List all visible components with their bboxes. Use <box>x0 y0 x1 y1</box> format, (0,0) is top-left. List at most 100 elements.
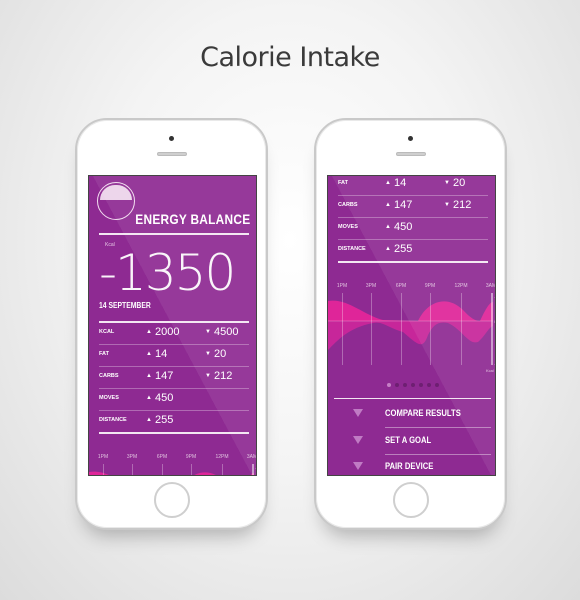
stat-label: CARBS <box>338 202 358 208</box>
triangle-down-icon <box>353 435 363 444</box>
page-dot[interactable] <box>410 383 415 387</box>
stat-label: CARBS <box>99 373 119 379</box>
down-arrow-icon: ▼ <box>205 373 211 379</box>
up-arrow-icon: ▲ <box>146 395 152 401</box>
stat-down-value: 212 <box>453 199 472 211</box>
y-tick-label: +6 <box>255 466 256 471</box>
page-dot[interactable] <box>386 383 391 387</box>
time-gridline <box>162 464 163 475</box>
screen-content[interactable]: FAT ▲ 14 ▼ 20 CARBS ▲ 147 ▼ 212 MOVES ▲ … <box>328 176 496 475</box>
up-arrow-icon: ▲ <box>146 417 152 423</box>
phone-left: ENERGY BALANCE Kcal -1350 14 SEPTEMBER K… <box>75 118 268 530</box>
menu-item-label: SET A GOAL <box>385 434 432 445</box>
screen-right: FAT ▲ 14 ▼ 20 CARBS ▲ 147 ▼ 212 MOVES ▲ … <box>327 175 496 476</box>
menu-divider <box>385 453 491 455</box>
stat-label: FAT <box>99 351 109 357</box>
up-arrow-icon: ▲ <box>385 202 391 208</box>
stat-up-value: 2000 <box>155 326 180 338</box>
home-button[interactable] <box>153 482 190 518</box>
camera <box>169 136 174 141</box>
screen-content[interactable]: ENERGY BALANCE Kcal -1350 14 SEPTEMBER K… <box>89 176 257 475</box>
stat-row-carbs[interactable]: CARBS ▲ 147 ▼ 212 <box>328 195 495 217</box>
energy-balance-value: -1350 <box>99 244 236 302</box>
intake-area <box>89 471 254 475</box>
time-tick-label: 3PM <box>365 283 377 289</box>
y-axis <box>252 464 254 475</box>
page-dot[interactable] <box>418 383 423 387</box>
stat-row-fat[interactable]: FAT ▲ 14 ▼ 20 <box>89 344 256 366</box>
stat-row-distance[interactable]: DISTANCE ▲ 255 <box>328 239 495 261</box>
time-gridline <box>132 464 133 475</box>
up-arrow-icon: ▲ <box>146 373 152 379</box>
page-dot[interactable] <box>434 383 439 387</box>
stat-label: DISTANCE <box>338 246 366 252</box>
down-arrow-icon: ▼ <box>205 351 211 357</box>
time-gridline <box>401 293 402 365</box>
page-dot[interactable] <box>394 383 399 387</box>
stat-row-distance[interactable]: DISTANCE ▲ 255 <box>89 410 256 432</box>
page-title: Calorie Intake <box>200 42 380 73</box>
date-label: 14 SEPTEMBER <box>99 301 151 310</box>
stat-label: KCAL <box>99 329 115 335</box>
stat-row-fat[interactable]: FAT ▲ 14 ▼ 20 <box>328 176 495 195</box>
stat-row-moves[interactable]: MOVES ▲ 450 <box>89 388 256 410</box>
divider <box>338 261 488 263</box>
time-tick-label: 9PM <box>185 454 197 460</box>
time-tick-label: 9PM <box>424 283 436 289</box>
stat-label: MOVES <box>99 395 119 401</box>
divider <box>334 398 491 399</box>
page-indicator[interactable] <box>328 383 495 387</box>
menu-item-set-a-goal[interactable]: SET A GOAL <box>328 432 495 454</box>
time-tick-label: 6PM <box>156 454 168 460</box>
menu-divider <box>385 427 491 428</box>
stat-row-kcal[interactable]: KCAL ▲ 2000 ▼ 4500 <box>89 322 256 344</box>
burn-area <box>328 321 493 350</box>
menu-item-label: COMPARE RESULTS <box>385 408 461 418</box>
camera <box>408 136 413 141</box>
time-tick-label: 1PM <box>336 283 348 289</box>
up-arrow-icon: ▲ <box>146 329 152 335</box>
page-dot[interactable] <box>402 383 407 387</box>
menu-item-compare-results[interactable]: COMPARE RESULTS <box>328 405 495 427</box>
y-tick-label: +6 <box>494 295 495 300</box>
time-gridline <box>371 293 372 365</box>
menu-item-label: PAIR DEVICE <box>385 461 434 471</box>
stat-row-carbs[interactable]: CARBS ▲ 147 ▼ 212 <box>89 366 256 388</box>
energy-gauge-icon <box>97 182 135 220</box>
up-arrow-icon: ▲ <box>146 351 152 357</box>
up-arrow-icon: ▲ <box>385 224 391 230</box>
time-tick-label: 3AM <box>246 454 257 460</box>
up-arrow-icon: ▲ <box>385 246 391 252</box>
home-button[interactable] <box>392 482 429 518</box>
y-tick-label: -6 <box>494 361 496 366</box>
time-gridline <box>222 464 223 475</box>
time-gridline <box>103 464 104 475</box>
time-tick-label: 6PM <box>395 283 407 289</box>
stat-up-value: 14 <box>394 177 407 189</box>
stat-row-moves[interactable]: MOVES ▲ 450 <box>328 217 495 239</box>
stat-up-value: 14 <box>155 348 168 360</box>
triangle-down-icon <box>353 409 363 417</box>
y-axis <box>491 293 493 365</box>
stat-down-value: 20 <box>453 177 466 189</box>
y-unit-label: Kcal <box>486 368 494 373</box>
time-tick-label: 12PM <box>215 454 229 460</box>
time-tick-label: 3AM <box>485 283 496 289</box>
stat-up-value: 147 <box>155 370 174 382</box>
time-tick-label: 1PM <box>97 454 109 460</box>
page-dot[interactable] <box>426 383 431 387</box>
divider <box>99 432 249 434</box>
time-tick-label: 3PM <box>126 454 138 460</box>
down-arrow-icon: ▼ <box>205 329 211 335</box>
stat-up-value: 450 <box>394 221 413 233</box>
speaker <box>395 152 426 156</box>
section-title: ENERGY BALANCE <box>134 211 250 227</box>
phone-right: FAT ▲ 14 ▼ 20 CARBS ▲ 147 ▼ 212 MOVES ▲ … <box>314 118 507 530</box>
menu-item-pair-device[interactable]: PAIR DEVICE <box>328 458 495 475</box>
stat-label: DISTANCE <box>99 417 127 423</box>
time-gridline <box>430 293 431 365</box>
y-tick-label: 0 <box>494 319 495 324</box>
time-gridline <box>342 293 343 365</box>
down-arrow-icon: ▼ <box>444 202 450 208</box>
stat-up-value: 255 <box>394 243 413 255</box>
